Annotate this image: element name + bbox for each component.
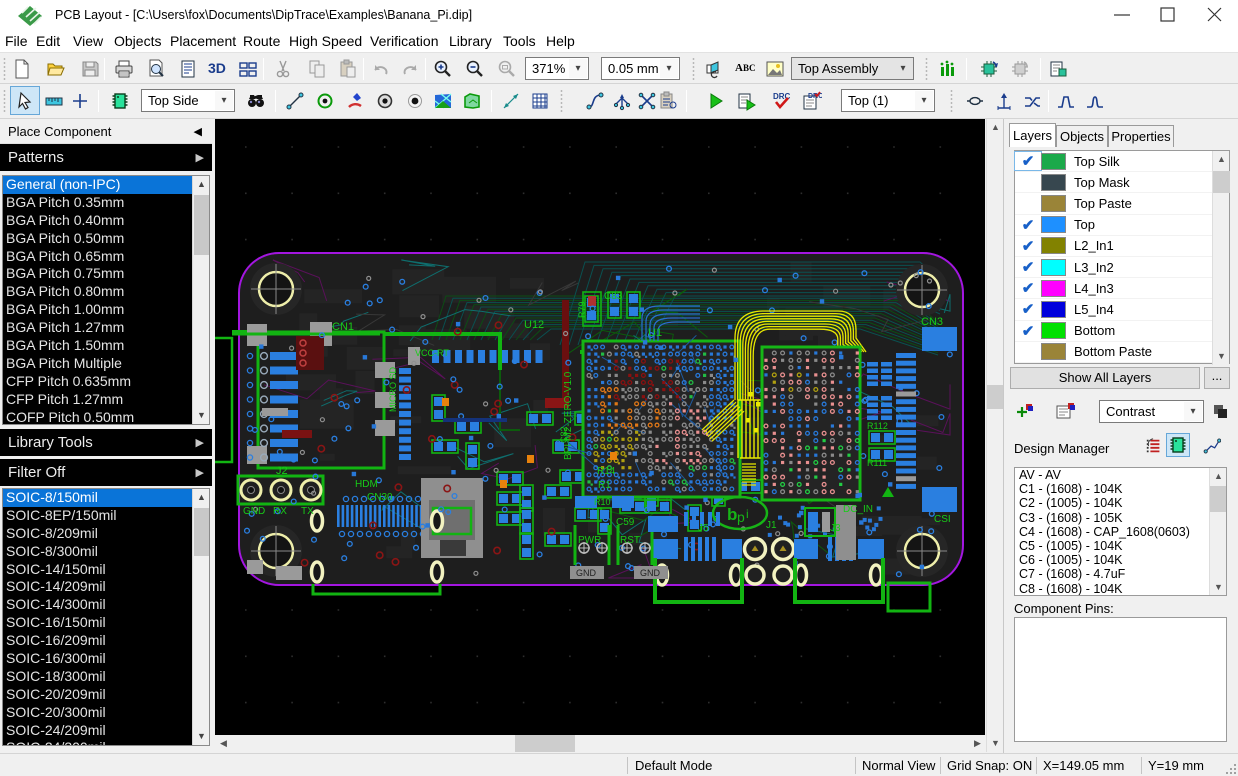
svg-text:p: p — [737, 509, 745, 525]
svg-text:C83: C83 — [604, 291, 623, 302]
svg-text:TX: TX — [301, 506, 314, 517]
svg-text:i: i — [746, 507, 749, 521]
svg-text:U1: U1 — [648, 327, 662, 339]
svg-text:R14: R14 — [597, 466, 616, 477]
svg-text:C59: C59 — [616, 517, 635, 528]
svg-text:CN3: CN3 — [921, 316, 943, 328]
svg-text:GND: GND — [576, 568, 597, 578]
svg-text:MICRO SD: MICRO SD — [388, 366, 398, 412]
svg-text:R112: R112 — [867, 421, 888, 431]
svg-text:BPI-M2-ZERO-V1.0: BPI-M2-ZERO-V1.0 — [563, 371, 574, 460]
svg-text:J1: J1 — [766, 520, 777, 531]
svg-text:CN1: CN1 — [332, 321, 354, 333]
svg-text:R10: R10 — [594, 497, 611, 507]
svg-text:R79: R79 — [577, 301, 587, 318]
svg-text:DC_IN: DC_IN — [843, 504, 873, 515]
svg-text:VCC-RT: VCC-RT — [415, 348, 449, 358]
svg-text:RX: RX — [273, 506, 287, 517]
svg-text:PWR: PWR — [578, 535, 601, 546]
svg-text:U12: U12 — [524, 319, 544, 331]
svg-text:J5: J5 — [698, 523, 709, 534]
svg-text:GND: GND — [243, 506, 265, 517]
svg-text:J2: J2 — [276, 465, 288, 477]
svg-text:HDM: HDM — [355, 479, 378, 490]
svg-text:J3: J3 — [830, 523, 841, 534]
svg-text:b: b — [727, 505, 737, 524]
svg-text:GND: GND — [640, 568, 661, 578]
svg-text:R111: R111 — [867, 458, 887, 468]
svg-text:CSI: CSI — [934, 514, 951, 525]
svg-text:R1: R1 — [598, 480, 611, 491]
svg-text:C82: C82 — [559, 426, 569, 443]
svg-text:CN30: CN30 — [367, 492, 393, 503]
svg-text:RST: RST — [620, 535, 640, 546]
